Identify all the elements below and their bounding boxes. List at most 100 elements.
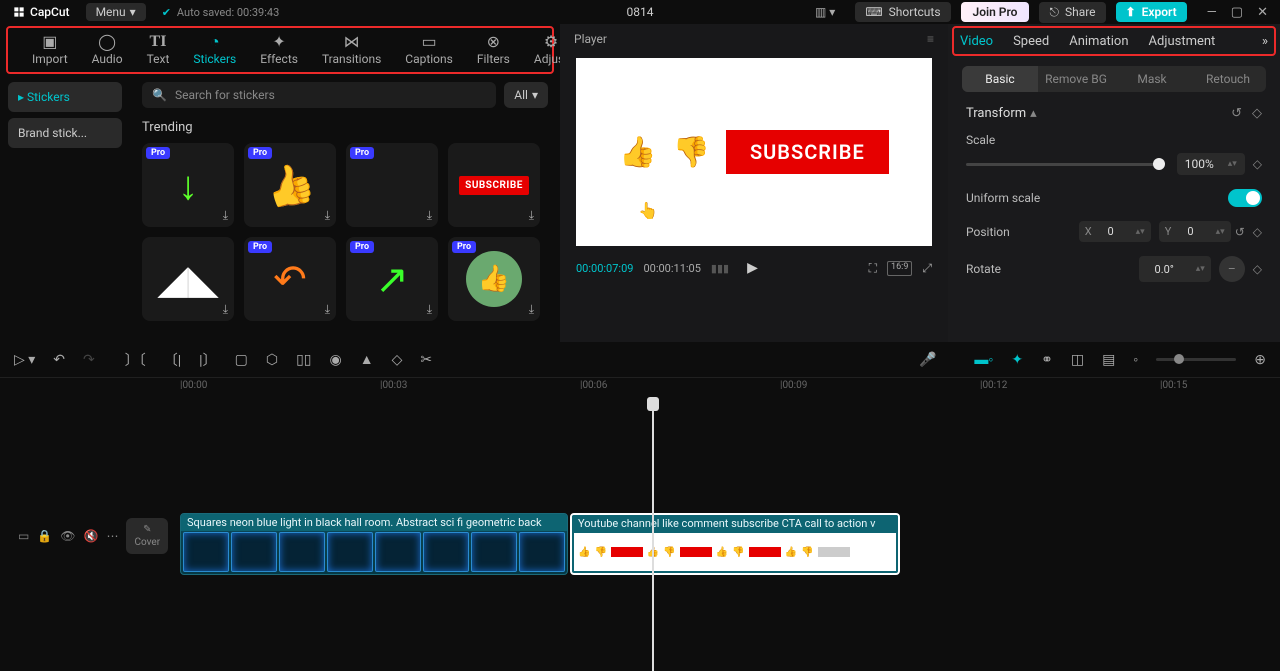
zoom-in-icon[interactable]: ⊕ — [1254, 352, 1266, 368]
cover-button[interactable]: ✎Cover — [126, 518, 168, 554]
zoom-slider[interactable] — [1156, 358, 1236, 361]
subscribe-sticker: SUBSCRIBE — [726, 130, 889, 174]
tab-audio[interactable]: ◯Audio — [80, 34, 135, 66]
transform-header[interactable]: Transform ▴↺◇ — [966, 106, 1262, 121]
ratio-button[interactable]: ▥ ▾ — [805, 2, 845, 22]
menu-button[interactable]: Menu▾ — [86, 3, 146, 21]
scale-keyframe-icon[interactable]: ◇ — [1253, 157, 1262, 171]
layout-icon[interactable]: ▤ — [1102, 352, 1115, 368]
trim-left-tool[interactable]: 〔| — [164, 350, 181, 370]
group-tool[interactable]: ▯▯ — [296, 352, 311, 368]
share-button[interactable]: ⎋ Share — [1039, 2, 1105, 23]
join-pro-button[interactable]: Join Pro — [961, 2, 1030, 22]
pointer-tool[interactable]: ▷ ▾ — [14, 352, 35, 368]
tab-import[interactable]: ▣Import — [20, 34, 80, 66]
player-preview[interactable]: 👍 👎 SUBSCRIBE 👆 — [576, 58, 932, 246]
trim-right-tool[interactable]: |〕 — [199, 350, 216, 370]
shortcuts-button[interactable]: ⌨ Shortcuts — [855, 2, 950, 22]
maximize-icon[interactable]: ▢ — [1231, 5, 1243, 20]
tab-filters[interactable]: ⊗Filters — [465, 34, 522, 66]
zoom-out-icon[interactable]: ◦ — [1133, 351, 1138, 368]
category-brand[interactable]: Brand stick... — [8, 118, 122, 148]
keyframe-icon[interactable]: ◇ — [1252, 106, 1262, 121]
aspect-ratio[interactable]: 16:9 — [887, 261, 912, 276]
scale-value[interactable]: 100%▴▾ — [1177, 153, 1245, 175]
sticker-item[interactable]: Pro⤓ — [346, 143, 438, 227]
rotate-input[interactable]: 0.0°▴▾ — [1139, 256, 1211, 282]
tab-transitions[interactable]: ⋈Transitions — [310, 34, 393, 66]
mute-icon[interactable]: 🔇 — [84, 529, 99, 543]
sticker-item[interactable]: ◢◣⤓ — [142, 237, 234, 321]
download-icon[interactable]: ⤓ — [529, 302, 534, 317]
crop2-tool[interactable]: ✂ — [420, 352, 432, 368]
download-icon[interactable]: ⤓ — [529, 208, 534, 223]
filter-all-button[interactable]: All ▾ — [504, 82, 548, 108]
ptab-adjustment[interactable]: Adjustment — [1149, 34, 1216, 49]
download-icon[interactable]: ⤓ — [223, 302, 228, 317]
tab-stickers[interactable]: ◔Stickers — [181, 34, 248, 66]
tab-text[interactable]: TIText — [135, 34, 182, 66]
download-icon[interactable]: ⤓ — [427, 208, 432, 223]
download-icon[interactable]: ⤓ — [223, 208, 228, 223]
more-track-icon[interactable]: ⋯ — [106, 529, 118, 543]
scale-slider[interactable] — [966, 163, 1165, 166]
timeline-clip-1[interactable]: Squares neon blue light in black hall ro… — [180, 513, 568, 575]
sticker-item[interactable]: Pro↗⤓ — [346, 237, 438, 321]
sticker-item[interactable]: Pro↓⤓ — [142, 143, 234, 227]
speed-tool[interactable]: ◉ — [329, 352, 341, 368]
download-icon[interactable]: ⤓ — [325, 208, 330, 223]
download-icon[interactable]: ⤓ — [325, 302, 330, 317]
undo-button[interactable]: ↶ — [53, 352, 65, 368]
reset-icon[interactable]: ↺ — [1231, 106, 1242, 121]
download-icon[interactable]: ⤓ — [427, 302, 432, 317]
ptab-speed[interactable]: Speed — [1013, 34, 1049, 49]
collapse-icon[interactable]: ▭ — [18, 529, 29, 543]
category-stickers[interactable]: Stickers — [8, 82, 122, 112]
ptab-more-icon[interactable]: » — [1262, 34, 1268, 49]
subtab-mask[interactable]: Mask — [1114, 66, 1190, 92]
tab-captions[interactable]: ▭Captions — [393, 34, 465, 66]
player-menu-icon[interactable]: ≡ — [927, 32, 934, 46]
compare-icon[interactable]: ⛶ — [869, 261, 877, 276]
project-title[interactable]: 0814 — [627, 5, 654, 19]
lock-icon[interactable]: 🔒 — [37, 529, 52, 543]
sticker-item[interactable]: Pro↶⤓ — [244, 237, 336, 321]
ptab-animation[interactable]: Animation — [1069, 34, 1128, 49]
position-x-input[interactable]: X0▴▾ — [1079, 221, 1151, 242]
pos-keyframe-icon[interactable]: ◇ — [1253, 225, 1262, 239]
rotate-tool[interactable]: ◇ — [392, 352, 403, 368]
snap-icon[interactable]: ✦ — [1011, 352, 1023, 368]
play-button[interactable]: ▶ — [747, 260, 758, 276]
rotate-dial[interactable]: – — [1219, 256, 1245, 282]
sticker-item[interactable]: SUBSCRIBE⤓ — [448, 143, 540, 227]
tab-effects[interactable]: ✦Effects — [248, 34, 310, 66]
align-icon[interactable]: ◫ — [1071, 352, 1084, 368]
redo-button[interactable]: ↷ — [83, 352, 95, 368]
rot-keyframe-icon[interactable]: ◇ — [1253, 262, 1262, 276]
mirror-tool[interactable]: ▲ — [360, 351, 374, 368]
split-tool[interactable]: 〕〔 — [125, 350, 146, 370]
subtab-removebg[interactable]: Remove BG — [1038, 66, 1114, 92]
position-y-input[interactable]: Y0▴▾ — [1159, 221, 1231, 242]
mask-tool[interactable]: ⬡ — [266, 352, 278, 368]
link-icon[interactable]: ⚭ — [1041, 352, 1053, 368]
fullscreen-icon[interactable]: ⤢ — [922, 261, 932, 276]
export-button[interactable]: ⬆ Export — [1116, 2, 1187, 22]
eye-icon[interactable]: 👁 — [60, 529, 75, 543]
crop-tool[interactable]: ▢ — [235, 352, 248, 368]
minimize-icon[interactable]: — — [1207, 5, 1217, 20]
magnet-icon[interactable]: ▬◦ — [974, 351, 993, 368]
search-input[interactable]: 🔍 Search for stickers — [142, 82, 496, 108]
timeline-clip-2[interactable]: Youtube channel like comment subscribe C… — [570, 513, 900, 575]
pos-reset-icon[interactable]: ↺ — [1235, 225, 1245, 239]
timeline-ruler[interactable]: |00:00 |00:03 |00:06 |00:09 |00:12 |00:1… — [140, 378, 1280, 398]
close-icon[interactable]: ✕ — [1257, 5, 1268, 20]
sticker-item[interactable]: Pro👍⤓ — [244, 143, 336, 227]
subtab-retouch[interactable]: Retouch — [1190, 66, 1266, 92]
subtab-basic[interactable]: Basic — [962, 66, 1038, 92]
uniform-scale-toggle[interactable] — [1228, 189, 1262, 207]
playhead[interactable] — [652, 398, 654, 671]
mic-icon[interactable]: 🎤 — [919, 352, 936, 368]
ptab-video[interactable]: Video — [960, 34, 993, 49]
sticker-item[interactable]: Pro👍⤓ — [448, 237, 540, 321]
